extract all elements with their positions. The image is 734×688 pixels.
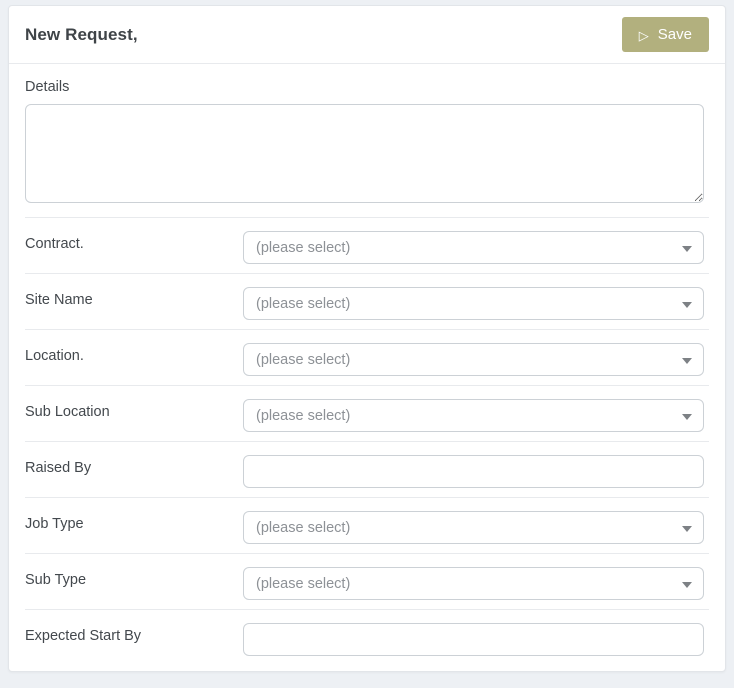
select-value: (please select)	[256, 239, 351, 256]
field-label-expected-start-by: Expected Start By	[25, 628, 142, 644]
field-label-site-name: Site Name	[25, 292, 93, 308]
select-sub-location[interactable]: (please select)	[243, 399, 704, 432]
form-row: Sub Location (please select)	[25, 385, 709, 441]
play-icon: ▷	[638, 27, 649, 43]
select-value: (please select)	[256, 519, 351, 536]
page-title: New Request,	[25, 25, 138, 44]
form-row: Sub Type (please select)	[25, 553, 709, 609]
field-control: (please select)	[243, 343, 709, 376]
chevron-down-icon	[682, 245, 692, 252]
details-textarea[interactable]	[25, 104, 704, 203]
select-value: (please select)	[256, 351, 351, 368]
field-control: (please select)	[243, 231, 709, 264]
details-label: Details	[25, 79, 70, 95]
field-control	[243, 455, 709, 488]
chevron-down-icon	[682, 581, 692, 588]
field-label-raised-by: Raised By	[25, 460, 92, 476]
select-sub-type[interactable]: (please select)	[243, 567, 704, 600]
field-control: (please select)	[243, 287, 709, 320]
chevron-down-icon	[682, 301, 692, 308]
form-row: Expected Start By	[25, 609, 709, 665]
select-value: (please select)	[256, 575, 351, 592]
field-control: (please select)	[243, 567, 709, 600]
chevron-down-icon	[682, 525, 692, 532]
details-section: Details	[25, 64, 709, 217]
chevron-down-icon	[682, 357, 692, 364]
card-header: New Request, ▷ Save	[9, 6, 725, 64]
chevron-down-icon	[682, 413, 692, 420]
select-contract[interactable]: (please select)	[243, 231, 704, 264]
form-row: Site Name (please select)	[25, 273, 709, 329]
select-value: (please select)	[256, 407, 351, 424]
form-rows: Contract. (please select) Site Name (ple…	[25, 217, 709, 665]
card-body: Details Contract. (please select) Site N…	[9, 64, 725, 665]
form-row: Contract. (please select)	[25, 217, 709, 273]
new-request-card: New Request, ▷ Save Details Contract. (p…	[8, 5, 726, 672]
input-expected-start-by[interactable]	[243, 623, 704, 656]
field-label-location: Location.	[25, 348, 84, 364]
form-row: Location. (please select)	[25, 329, 709, 385]
field-label-job-type: Job Type	[25, 516, 84, 532]
field-control: (please select)	[243, 399, 709, 432]
select-value: (please select)	[256, 295, 351, 312]
field-label-contract: Contract.	[25, 236, 84, 252]
select-location[interactable]: (please select)	[243, 343, 704, 376]
form-row: Raised By	[25, 441, 709, 497]
field-label-sub-type: Sub Type	[25, 572, 87, 588]
field-label-sub-location: Sub Location	[25, 404, 110, 420]
input-raised-by[interactable]	[243, 455, 704, 488]
field-control	[243, 623, 709, 656]
select-job-type[interactable]: (please select)	[243, 511, 704, 544]
save-button[interactable]: ▷ Save	[621, 17, 709, 52]
form-row: Job Type (please select)	[25, 497, 709, 553]
field-control: (please select)	[243, 511, 709, 544]
save-button-label: Save	[657, 26, 692, 43]
select-site-name[interactable]: (please select)	[243, 287, 704, 320]
